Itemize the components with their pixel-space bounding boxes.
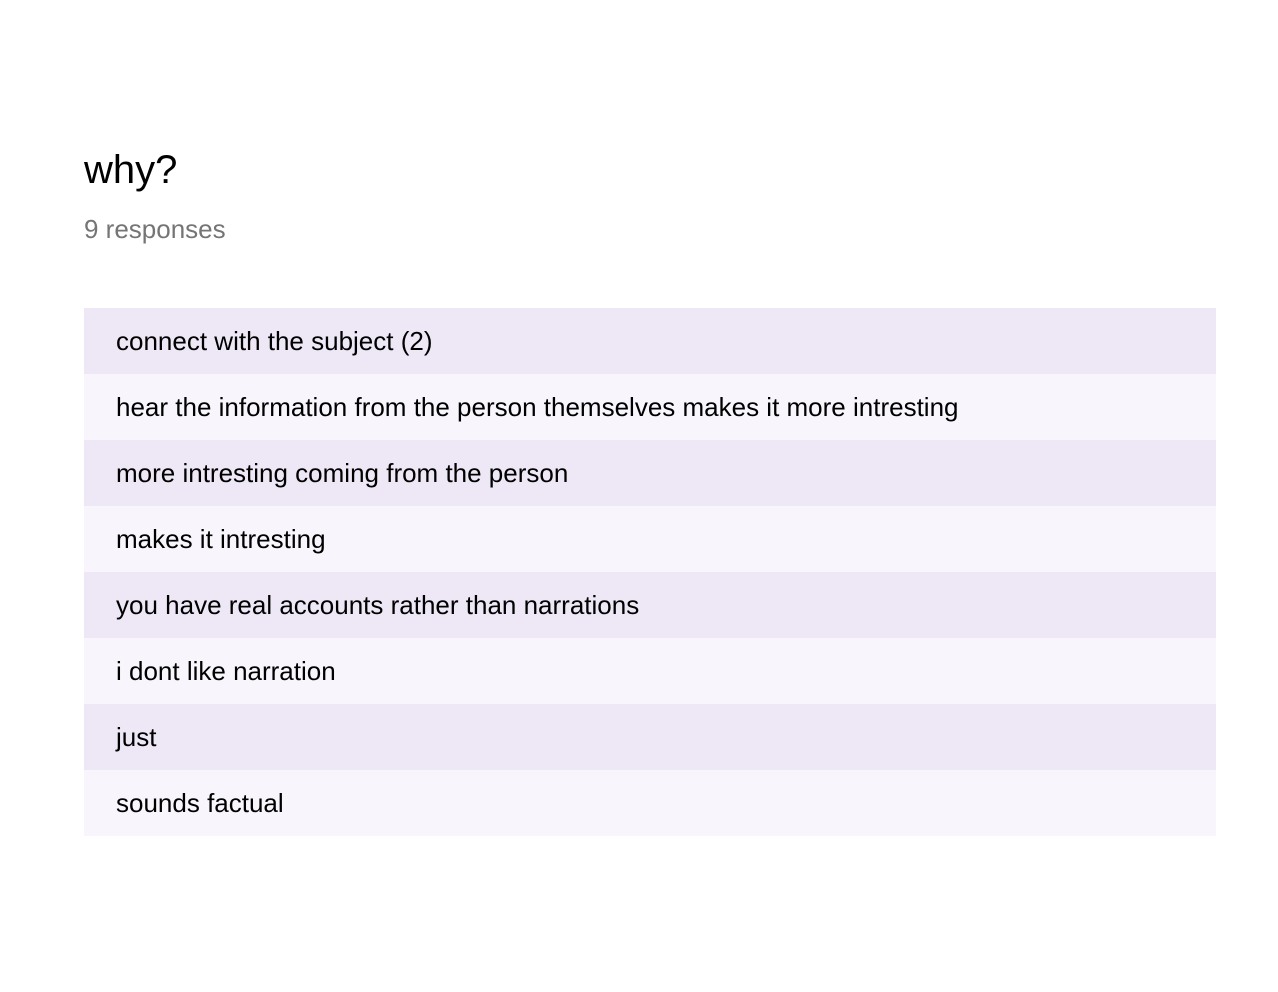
list-item: just xyxy=(84,704,1216,770)
question-title: why? xyxy=(84,148,178,192)
list-item: sounds factual xyxy=(84,770,1216,836)
list-item: connect with the subject (2) xyxy=(84,308,1216,374)
response-list: connect with the subject (2) hear the in… xyxy=(84,308,1216,836)
list-item: makes it intresting xyxy=(84,506,1216,572)
list-item: i dont like narration xyxy=(84,638,1216,704)
response-count: 9 responses xyxy=(84,214,226,244)
list-item: you have real accounts rather than narra… xyxy=(84,572,1216,638)
list-item: more intresting coming from the person xyxy=(84,440,1216,506)
list-item: hear the information from the person the… xyxy=(84,374,1216,440)
